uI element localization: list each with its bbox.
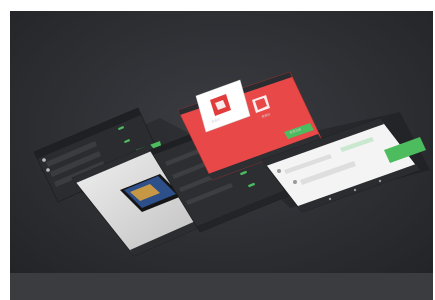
nav-dot-icon[interactable]	[328, 197, 332, 201]
mockup-frame: 美美哒 免费注册 美美哒	[0, 0, 435, 300]
nav-dot-icon[interactable]	[378, 179, 382, 183]
nav-dot-icon[interactable]	[353, 188, 357, 192]
isometric-screens: 美美哒 免费注册 美美哒	[33, 71, 430, 257]
avatar	[42, 158, 46, 162]
avatar	[277, 169, 281, 173]
avatar	[46, 168, 50, 172]
avatar	[293, 180, 297, 184]
